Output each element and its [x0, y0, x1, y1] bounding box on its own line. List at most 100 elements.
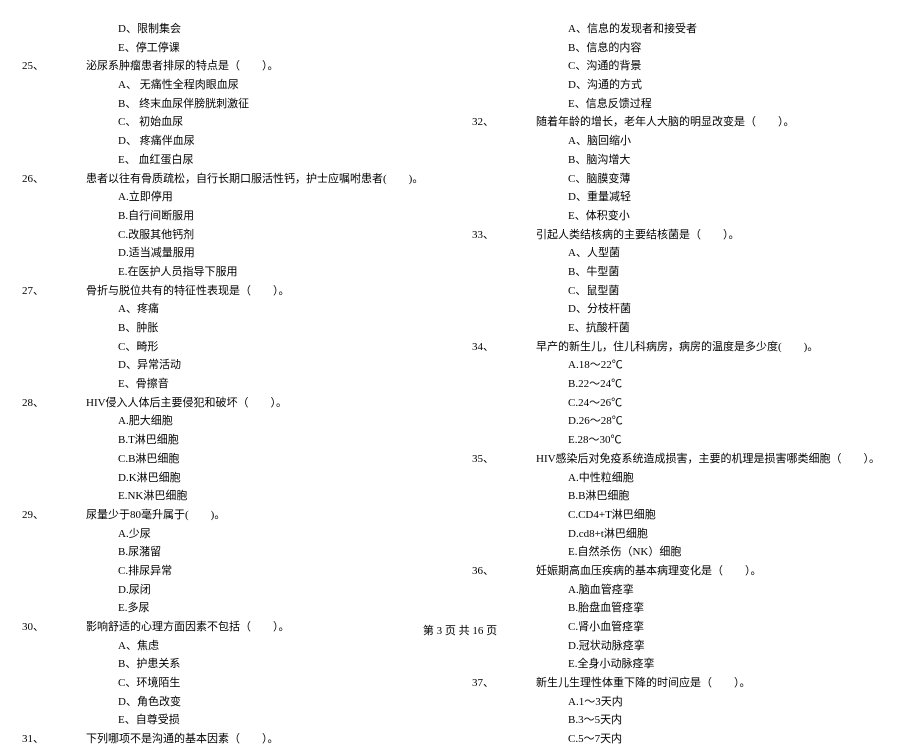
option-line: E.全身小动脉痉挛: [480, 655, 890, 674]
question-number: 28、: [54, 394, 86, 413]
option-line: D.K淋巴细胞: [30, 469, 440, 488]
option-line: E.在医护人员指导下服用: [30, 263, 440, 282]
option-line: D、重量减轻: [480, 188, 890, 207]
option-line: A、人型菌: [480, 244, 890, 263]
option-line: A、疼痛: [30, 300, 440, 319]
option-line: A、脑回缩小: [480, 132, 890, 151]
option-line: B、牛型菌: [480, 263, 890, 282]
option-line: E.自然杀伤（NK）细胞: [480, 543, 890, 562]
option-line: C.5～7天内: [480, 730, 890, 749]
option-line: D、异常活动: [30, 356, 440, 375]
option-line: B、 终末血尿伴膀胱刺激征: [30, 95, 440, 114]
option-line: A.立即停用: [30, 188, 440, 207]
question-number: 36、: [504, 562, 536, 581]
option-line: B.B淋巴细胞: [480, 487, 890, 506]
question-text: HIV侵入人体后主要侵犯和破坏（ ）。: [86, 397, 287, 409]
option-line: D.cd8+t淋巴细胞: [480, 525, 890, 544]
question-32: 32、随着年龄的增长，老年人大脑的明显改变是（ ）。: [480, 113, 890, 132]
option-line: B.T淋巴细胞: [30, 431, 440, 450]
option-line: A.脑血管痉挛: [480, 581, 890, 600]
option-line: C.排尿异常: [30, 562, 440, 581]
option-line: C、鼠型菌: [480, 282, 890, 301]
right-column: A、信息的发现者和接受者 B、信息的内容 C、沟通的背景 D、沟通的方式 E、信…: [480, 20, 890, 620]
question-37: 37、新生儿生理性体重下降的时间应是（ ）。: [480, 674, 890, 693]
option-line: C、 初始血尿: [30, 113, 440, 132]
option-line: E、体积变小: [480, 207, 890, 226]
question-text: 尿量少于80毫升属于( )。: [86, 509, 225, 521]
question-number: 31、: [54, 730, 86, 749]
option-line: A.中性粒细胞: [480, 469, 890, 488]
page-container: D、限制集会 E、停工停课 25、泌尿系肿瘤患者排尿的特点是（ ）。 A、 无痛…: [30, 20, 890, 620]
question-number: 34、: [504, 338, 536, 357]
question-27: 27、骨折与脱位共有的特征性表现是（ ）。: [30, 282, 440, 301]
question-number: 29、: [54, 506, 86, 525]
page-footer: 第 3 页 共 16 页: [0, 622, 920, 638]
question-28: 28、HIV侵入人体后主要侵犯和破坏（ ）。: [30, 394, 440, 413]
option-line: D、分枝杆菌: [480, 300, 890, 319]
question-text: 患者以往有骨质疏松，自行长期口服活性钙，护士应嘱咐患者( )。: [86, 173, 423, 185]
question-33: 33、引起人类结核病的主要结核菌是（ ）。: [480, 226, 890, 245]
question-number: 35、: [504, 450, 536, 469]
question-number: 32、: [504, 113, 536, 132]
option-line: E.多尿: [30, 599, 440, 618]
option-line: D、沟通的方式: [480, 76, 890, 95]
question-number: 33、: [504, 226, 536, 245]
option-line: D、角色改变: [30, 693, 440, 712]
option-line: A、焦虑: [30, 637, 440, 656]
option-line: C、畸形: [30, 338, 440, 357]
option-line: D.尿闭: [30, 581, 440, 600]
question-number: 27、: [54, 282, 86, 301]
option-line: D、 疼痛伴血尿: [30, 132, 440, 151]
option-line: B、脑沟增大: [480, 151, 890, 170]
option-line: A、信息的发现者和接受者: [480, 20, 890, 39]
option-line: E.28～30℃: [480, 431, 890, 450]
option-line: E、自尊受损: [30, 711, 440, 730]
option-line: A.1～3天内: [480, 693, 890, 712]
question-text: 随着年龄的增长，老年人大脑的明显改变是（ ）。: [536, 116, 795, 128]
option-line: B.3～5天内: [480, 711, 890, 730]
option-line: E、骨擦音: [30, 375, 440, 394]
question-35: 35、HIV感染后对免疫系统造成损害，主要的机理是损害哪类细胞（ ）。: [480, 450, 890, 469]
question-text: 妊娠期高血压疾病的基本病理变化是（ ）。: [536, 565, 762, 577]
question-36: 36、妊娠期高血压疾病的基本病理变化是（ ）。: [480, 562, 890, 581]
option-line: E.NK淋巴细胞: [30, 487, 440, 506]
question-34: 34、早产的新生儿，住儿科病房，病房的温度是多少度( )。: [480, 338, 890, 357]
option-line: C.24～26℃: [480, 394, 890, 413]
left-column: D、限制集会 E、停工停课 25、泌尿系肿瘤患者排尿的特点是（ ）。 A、 无痛…: [30, 20, 440, 620]
option-line: C.CD4+T淋巴细胞: [480, 506, 890, 525]
question-text: 新生儿生理性体重下降的时间应是（ ）。: [536, 677, 751, 689]
question-text: HIV感染后对免疫系统造成损害，主要的机理是损害哪类细胞（ ）。: [536, 453, 880, 465]
option-line: C.改服其他钙剂: [30, 226, 440, 245]
option-line: B、护患关系: [30, 655, 440, 674]
question-text: 早产的新生儿，住儿科病房，病房的温度是多少度( )。: [536, 341, 818, 353]
option-line: D、限制集会: [30, 20, 440, 39]
option-line: B、信息的内容: [480, 39, 890, 58]
question-31: 31、下列哪项不是沟通的基本因素（ ）。: [30, 730, 440, 749]
option-line: E、抗酸杆菌: [480, 319, 890, 338]
question-number: 25、: [54, 57, 86, 76]
option-line: C、环境陌生: [30, 674, 440, 693]
option-line: D.冠状动脉痉挛: [480, 637, 890, 656]
option-line: D.适当减量服用: [30, 244, 440, 263]
option-line: E、信息反馈过程: [480, 95, 890, 114]
option-line: D.26～28℃: [480, 412, 890, 431]
question-25: 25、泌尿系肿瘤患者排尿的特点是（ ）。: [30, 57, 440, 76]
question-text: 下列哪项不是沟通的基本因素（ ）。: [86, 733, 279, 745]
question-number: 37、: [504, 674, 536, 693]
option-line: C、沟通的背景: [480, 57, 890, 76]
option-line: A、 无痛性全程肉眼血尿: [30, 76, 440, 95]
option-line: A.少尿: [30, 525, 440, 544]
option-line: C.B淋巴细胞: [30, 450, 440, 469]
question-26: 26、患者以往有骨质疏松，自行长期口服活性钙，护士应嘱咐患者( )。: [30, 170, 440, 189]
option-line: A.肥大细胞: [30, 412, 440, 431]
option-line: B.尿潴留: [30, 543, 440, 562]
option-line: C、脑膜变薄: [480, 170, 890, 189]
option-line: B.22～24℃: [480, 375, 890, 394]
option-line: A.18～22℃: [480, 356, 890, 375]
question-number: 26、: [54, 170, 86, 189]
question-text: 骨折与脱位共有的特征性表现是（ ）。: [86, 285, 290, 297]
option-line: E、停工停课: [30, 39, 440, 58]
option-line: B.胎盘血管痉挛: [480, 599, 890, 618]
option-line: B、肿胀: [30, 319, 440, 338]
option-line: E、 血红蛋白尿: [30, 151, 440, 170]
